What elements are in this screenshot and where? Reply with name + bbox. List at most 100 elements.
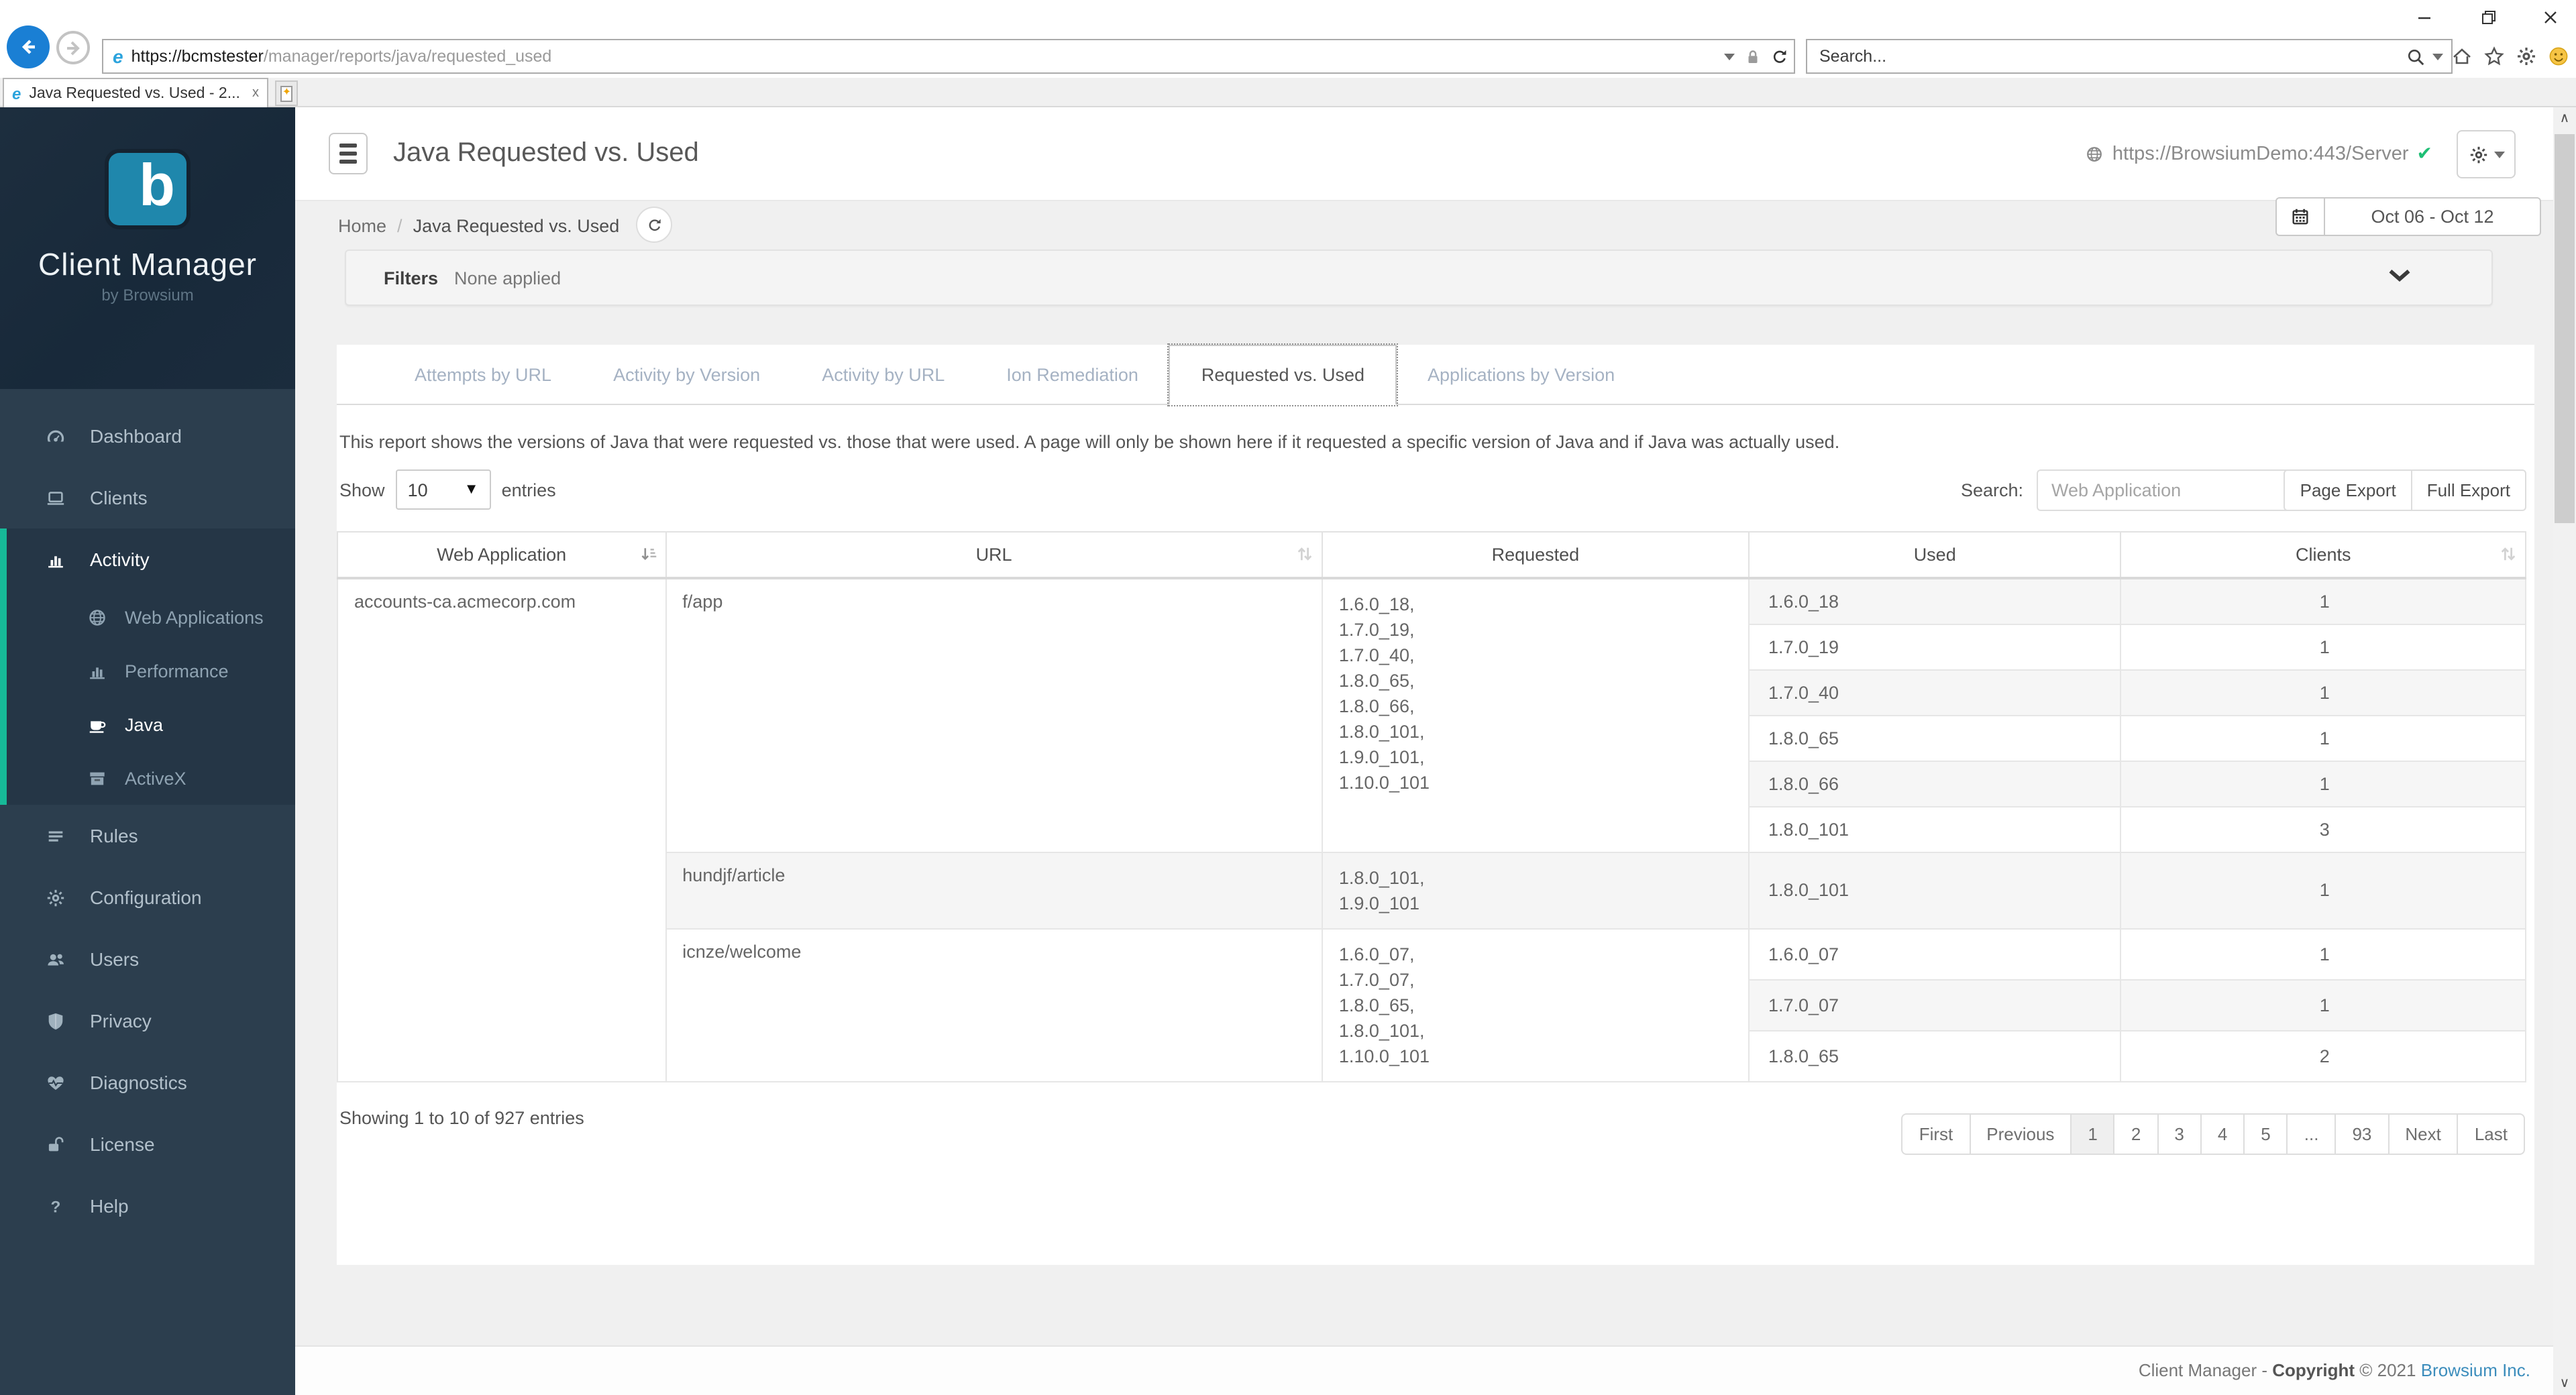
sidebar-item-activex[interactable]: ActiveX	[7, 751, 295, 805]
sidebar-item-performance[interactable]: Performance	[7, 644, 295, 698]
browser-tab[interactable]: e Java Requested vs. Used - 2... x	[3, 78, 268, 107]
filters-bar[interactable]: Filters None applied	[345, 249, 2493, 306]
page-button-93[interactable]: 93	[2336, 1114, 2390, 1153]
browser-search-input[interactable]	[1819, 47, 2406, 66]
browser-navband: e https://bcmstester/manager/reports/jav…	[0, 25, 2576, 78]
sidebar-item-diagnostics[interactable]: Diagnostics	[0, 1052, 295, 1113]
page-button-2[interactable]: 2	[2115, 1114, 2159, 1153]
breadcrumb: Home / Java Requested vs. Used	[338, 216, 620, 236]
chevron-down-icon[interactable]	[2388, 266, 2411, 290]
page-button-next[interactable]: Next	[2389, 1114, 2459, 1153]
column-header-used[interactable]: Used	[1748, 531, 2122, 579]
cell-used-version: 1.6.0_07	[1748, 928, 2122, 980]
star-icon	[2483, 46, 2504, 66]
page-button-last[interactable]: Last	[2459, 1114, 2524, 1153]
feedback-button[interactable]	[2545, 39, 2571, 74]
report-table-head: Web Application URL Requested Used Clients	[337, 531, 2526, 579]
page-button-3[interactable]: 3	[2158, 1114, 2202, 1153]
page-content: b Client Manager by Browsium Dashboard Cl…	[0, 107, 2576, 1395]
table-search-input[interactable]	[2037, 469, 2313, 511]
sidebar-item-label: Privacy	[90, 1010, 152, 1031]
breadcrumb-home[interactable]: Home	[338, 216, 386, 236]
tab-activity-by-version[interactable]: Activity by Version	[582, 345, 791, 404]
users-icon	[46, 949, 72, 969]
forward-button[interactable]	[56, 31, 90, 64]
window-titlebar[interactable]	[0, 0, 2576, 35]
close-button[interactable]	[2533, 4, 2568, 31]
tab-ion-remediation[interactable]: Ion Remediation	[975, 345, 1169, 404]
server-check-icon: ✔	[2416, 142, 2432, 164]
address-dropdown-icon[interactable]	[1724, 53, 1735, 60]
settings-button[interactable]	[2513, 39, 2538, 74]
unlock-icon	[46, 1134, 72, 1154]
page-button-5[interactable]: 5	[2245, 1114, 2288, 1153]
new-tab-button[interactable]: ✦	[275, 80, 298, 106]
sidebar-item-web-applications[interactable]: Web Applications	[7, 590, 295, 644]
page-button-first[interactable]: First	[1903, 1114, 1971, 1153]
refresh-report-button[interactable]	[636, 207, 672, 243]
sort-sorted-icon	[639, 545, 657, 567]
search-label: Search:	[1960, 480, 2023, 500]
sidebar-item-dashboard[interactable]: Dashboard	[0, 405, 295, 467]
sidebar-item-privacy[interactable]: Privacy	[0, 990, 295, 1052]
menu-toggle-button[interactable]	[329, 133, 368, 174]
back-button[interactable]	[7, 25, 50, 68]
address-bar[interactable]: e https://bcmstester/manager/reports/jav…	[102, 39, 1795, 74]
cell-used-version: 1.6.0_18	[1748, 577, 2122, 624]
browser-search-box[interactable]	[1806, 39, 2453, 74]
page-button-previous[interactable]: Previous	[1970, 1114, 2072, 1153]
cell-used-version: 1.8.0_101	[1748, 805, 2122, 852]
sidebar-item-users[interactable]: Users	[0, 928, 295, 990]
minimize-button[interactable]	[2407, 4, 2442, 31]
home-button[interactable]	[2449, 39, 2474, 74]
page-button-1[interactable]: 1	[2072, 1114, 2115, 1153]
server-settings-button[interactable]	[2457, 130, 2516, 178]
column-header-clients[interactable]: Clients	[2120, 531, 2526, 579]
cell-url: hundjf/article	[665, 851, 1323, 929]
restore-button[interactable]	[2471, 4, 2506, 31]
favorites-button[interactable]	[2481, 39, 2506, 74]
page-button-4[interactable]: 4	[2202, 1114, 2245, 1153]
refresh-icon[interactable]	[1771, 48, 1788, 65]
sidebar-item-java[interactable]: Java	[7, 698, 295, 751]
sidebar-item-label: Help	[90, 1195, 129, 1217]
page-button-ellipsis[interactable]: ...	[2288, 1114, 2337, 1153]
tab-attempts-by-url[interactable]: Attempts by URL	[384, 345, 582, 404]
sidebar-item-help[interactable]: ? Help	[0, 1175, 295, 1237]
cell-clients: 1	[2120, 669, 2526, 716]
cell-requested: 1.6.0_07, 1.7.0_07, 1.8.0_65, 1.8.0_101, 1.1…	[1321, 928, 1750, 1082]
date-range-picker[interactable]: Oct 06 - Oct 12	[2275, 197, 2541, 236]
tab-applications-by-version[interactable]: Applications by Version	[1397, 345, 1646, 404]
full-export-button[interactable]: Full Export	[2412, 471, 2525, 510]
page-header: Java Requested vs. Used https://Browsium…	[295, 107, 2553, 201]
back-arrow-icon	[21, 40, 35, 54]
scroll-down-icon[interactable]: ∨	[2553, 1372, 2576, 1395]
tab-requested-vs-used[interactable]: Requested vs. Used	[1167, 343, 1399, 406]
report-table-body: accounts-ca.acmecorp.com f/app 1.6.0_18, 1.…	[337, 577, 2526, 1082]
column-header-requested[interactable]: Requested	[1321, 531, 1750, 579]
page-export-button[interactable]: Page Export	[2286, 471, 2412, 510]
search-dropdown-icon[interactable]	[2432, 53, 2443, 60]
search-icon[interactable]	[2406, 46, 2426, 66]
scrollbar-thumb[interactable]	[2555, 134, 2575, 523]
sidebar-item-configuration[interactable]: Configuration	[0, 867, 295, 928]
sidebar-item-license[interactable]: License	[0, 1113, 295, 1175]
laptop-icon	[46, 488, 72, 508]
table-row: icnze/welcome 1.6.0_07, 1.7.0_07, 1.8.0_65,…	[337, 928, 2526, 1082]
sidebar-item-clients[interactable]: Clients	[0, 467, 295, 528]
column-header-url[interactable]: URL	[665, 531, 1323, 579]
scroll-up-icon[interactable]: ∧	[2553, 107, 2576, 130]
column-header-web-application[interactable]: Web Application	[337, 531, 667, 579]
browsium-link[interactable]: Browsium Inc.	[2421, 1360, 2530, 1380]
gauge-icon	[46, 426, 72, 446]
tab-close-icon[interactable]: x	[252, 86, 259, 101]
report-card: Attempts by URL Activity by Version Activi…	[337, 343, 2534, 1265]
sidebar-item-label: Dashboard	[90, 425, 182, 447]
page-size-select[interactable]: 10 ▼	[395, 469, 491, 510]
heartbeat-icon	[46, 1072, 72, 1093]
sidebar-item-rules[interactable]: Rules	[0, 805, 295, 867]
tab-activity-by-url[interactable]: Activity by URL	[791, 345, 975, 404]
sidebar-item-activity[interactable]: Activity	[7, 528, 295, 590]
page-scrollbar[interactable]: ∧ ∨	[2553, 107, 2576, 1395]
cell-used-version: 1.8.0_66	[1748, 760, 2122, 807]
